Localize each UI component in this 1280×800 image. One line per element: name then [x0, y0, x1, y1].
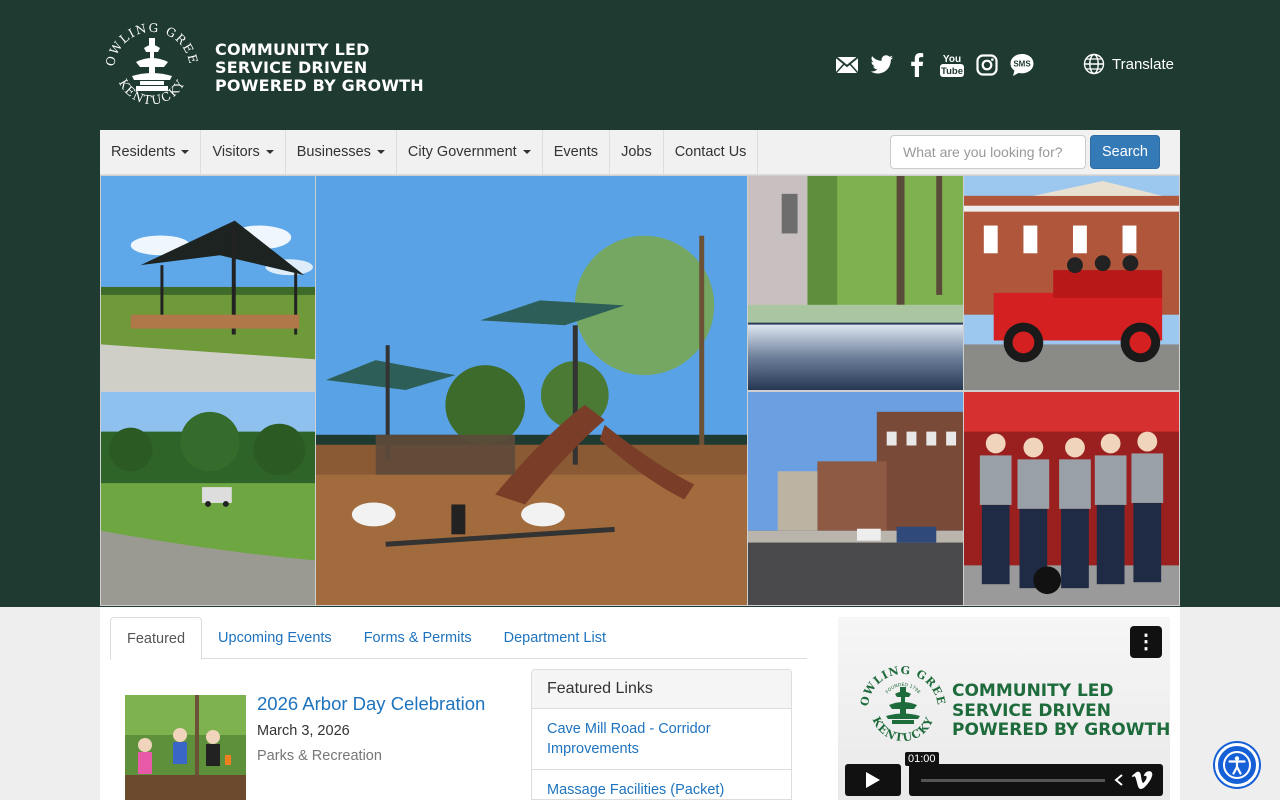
accessibility-button[interactable] [1215, 743, 1259, 787]
search-input[interactable] [890, 135, 1086, 169]
firefighters-photo[interactable] [963, 391, 1180, 606]
featured-links-panel: Featured Links Cave Mill Road - Corridor… [531, 669, 792, 800]
video-timestamp: 01:00 [905, 752, 939, 766]
city-seal-icon: BOWLING GREEN KENTUCKY FOUNDED 1798 [858, 661, 947, 745]
featured-link-cave-mill-road[interactable]: Cave Mill Road - Corridor Improvements [532, 709, 791, 770]
chevron-left-icon[interactable] [1113, 773, 1125, 787]
nav-item-city-government[interactable]: City Government [397, 130, 543, 174]
photo-mosaic [100, 175, 1180, 606]
nav-label: City Government [407, 144, 517, 160]
nav-item-contact-us[interactable]: Contact Us [664, 130, 759, 174]
caret-down-icon [265, 150, 274, 154]
video-progress-bar[interactable] [921, 779, 1105, 782]
tab-featured[interactable]: Featured [110, 617, 203, 660]
video-logo-text: COMMUNITY LED SERVICE DRIVEN POWERED BY … [952, 681, 1170, 741]
nav-item-events[interactable]: Events [543, 130, 611, 174]
translate-button[interactable]: Translate [1083, 53, 1174, 75]
featured-link-massage-facilities[interactable]: Massage Facilities (Packet) [532, 770, 791, 799]
video-control-bar [909, 764, 1163, 796]
play-button[interactable] [845, 764, 901, 796]
social-links: You Tube SMS [834, 51, 1035, 79]
caret-down-icon [522, 150, 531, 154]
caret-down-icon [181, 150, 190, 154]
main-navigation: Residents Visitors Businesses City Gover… [100, 130, 1180, 175]
playground-photo[interactable] [315, 175, 748, 606]
email-icon[interactable] [834, 52, 860, 78]
video-logo-line-3: POWERED BY GROWTH [952, 720, 1170, 740]
twitter-icon[interactable] [869, 52, 895, 78]
nav-item-visitors[interactable]: Visitors [201, 130, 286, 174]
caret-down-icon [376, 150, 385, 154]
facebook-icon[interactable] [904, 52, 930, 78]
play-icon [866, 772, 880, 788]
tagline-line-2: SERVICE DRIVEN [215, 58, 368, 77]
svg-text:SMS: SMS [1013, 60, 1031, 69]
video-logo-line-1: COMMUNITY LED [952, 681, 1114, 701]
news-department: Parks & Recreation [257, 748, 382, 764]
site-tagline: COMMUNITY LED SERVICE DRIVEN POWERED BY … [215, 41, 424, 95]
svg-text:KENTUCKY: KENTUCKY [870, 715, 937, 745]
nav-label: Businesses [296, 144, 371, 160]
tagline-line-1: COMMUNITY LED [215, 40, 370, 59]
nav-label: Events [553, 144, 599, 160]
nav-label: Visitors [212, 144, 260, 160]
more-vertical-icon[interactable]: ⋮ [1130, 626, 1162, 658]
content-area: Featured Upcoming Events Forms & Permits… [100, 607, 1180, 800]
globe-icon [1083, 53, 1105, 75]
featured-links-heading: Featured Links [532, 670, 791, 709]
video-seal-text-bottom: KENTUCKY [870, 715, 936, 745]
nav-item-businesses[interactable]: Businesses [286, 130, 397, 174]
antique-fire-truck-photo[interactable] [963, 175, 1180, 391]
search-button[interactable]: Search [1090, 135, 1160, 169]
downtown-street-photo[interactable] [747, 391, 964, 606]
accessibility-icon [1223, 751, 1251, 779]
city-seal-icon: BOWLING GREEN KENTUCKY [100, 14, 199, 108]
news-title-link[interactable]: 2026 Arbor Day Celebration [257, 693, 485, 715]
tab-forms-permits[interactable]: Forms & Permits [348, 617, 488, 659]
waterfall-photo[interactable] [747, 175, 964, 391]
tagline-line-3: POWERED BY GROWTH [215, 76, 424, 95]
translate-label: Translate [1112, 55, 1174, 73]
nav-item-residents[interactable]: Residents [100, 130, 202, 174]
nav-label: Contact Us [674, 144, 747, 160]
content-tabs: Featured Upcoming Events Forms & Permits… [110, 617, 807, 660]
nav-item-jobs[interactable]: Jobs [610, 130, 664, 174]
golf-course-photo[interactable] [100, 391, 316, 606]
svg-text:You: You [943, 54, 961, 65]
video-logo-line-2: SERVICE DRIVEN [952, 700, 1111, 721]
tab-department-list[interactable]: Department List [488, 617, 622, 659]
nav-label: Jobs [621, 144, 652, 160]
park-shade-structure-photo[interactable] [100, 175, 316, 391]
video-player[interactable]: BOWLING GREEN KENTUCKY FOUNDED 1798 COMM… [838, 617, 1170, 800]
instagram-icon[interactable] [974, 52, 1000, 78]
news-date: March 3, 2026 [257, 723, 350, 739]
nav-label: Residents [111, 144, 176, 160]
vimeo-icon[interactable] [1131, 771, 1153, 789]
site-logo[interactable]: BOWLING GREEN KENTUCKY COMMUNITY LED SER… [100, 14, 424, 118]
arbor-day-photo[interactable] [125, 695, 246, 800]
youtube-icon[interactable]: You Tube [939, 52, 965, 78]
svg-text:Tube: Tube [941, 66, 963, 77]
tab-upcoming-events[interactable]: Upcoming Events [202, 617, 348, 659]
sms-icon[interactable]: SMS [1009, 52, 1035, 78]
